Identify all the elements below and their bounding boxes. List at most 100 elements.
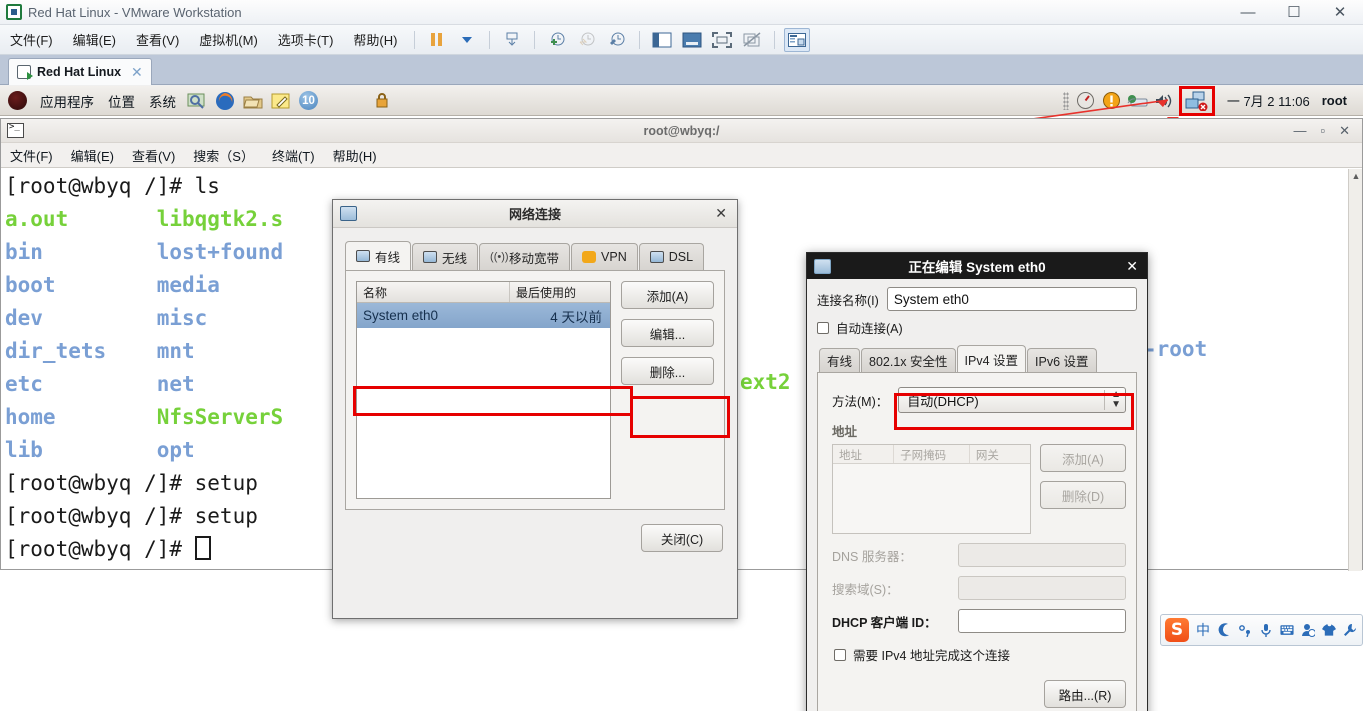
- menu-file[interactable]: 文件(F): [0, 27, 63, 52]
- tab-wired[interactable]: 有线: [345, 241, 412, 270]
- show-sidebar-icon[interactable]: [649, 28, 675, 52]
- terminal-close-button[interactable]: ✕: [1339, 123, 1350, 139]
- connection-list[interactable]: 名称 最后使用的 System eth0 4 天以前: [356, 281, 611, 499]
- terminal-menu-terminal[interactable]: 终端(T): [263, 146, 324, 165]
- panel-clock[interactable]: 一 7月 2 11:06: [1219, 91, 1318, 110]
- terminal-minimize-button[interactable]: —: [1293, 123, 1306, 138]
- scroll-up-icon[interactable]: ▲: [1349, 169, 1363, 183]
- console-view-icon[interactable]: [679, 28, 705, 52]
- require-ipv4-row[interactable]: 需要 IPv4 地址完成这个连接: [834, 645, 1126, 664]
- close-dialog-button[interactable]: 关闭(C): [641, 524, 723, 552]
- panel-menu-places[interactable]: 位置: [101, 91, 142, 111]
- edit-dialog-title: 正在编辑 System eth0: [908, 260, 1046, 275]
- take-snapshot-icon[interactable]: [544, 28, 570, 52]
- edit-dialog-close-button[interactable]: ✕: [1126, 258, 1147, 275]
- address-add-button[interactable]: 添加(A): [1040, 444, 1126, 472]
- method-row: 方法(M)： 自动(DHCP) ▲ ▼: [832, 387, 1126, 413]
- maximize-button[interactable]: ☐: [1271, 0, 1317, 24]
- wrench-icon[interactable]: [1343, 623, 1357, 637]
- dhcp-client-id-input[interactable]: [958, 609, 1126, 633]
- unity-icon[interactable]: [739, 28, 765, 52]
- terminal-menu-file[interactable]: 文件(F): [1, 146, 62, 165]
- autoconnect-row[interactable]: 自动连接(A): [817, 318, 1137, 337]
- minimize-button[interactable]: —: [1225, 0, 1271, 24]
- autoconnect-checkbox[interactable]: [817, 321, 829, 334]
- address-table[interactable]: 地址 子网掩码 网关: [832, 444, 1031, 534]
- microphone-icon[interactable]: [1259, 623, 1273, 638]
- menu-edit[interactable]: 编辑(E): [63, 27, 126, 52]
- terminal-title: root@wbyq:/: [643, 123, 720, 138]
- revert-snapshot-icon[interactable]: [574, 28, 600, 52]
- connection-name-input[interactable]: System eth0: [886, 287, 1137, 311]
- dns-input[interactable]: [958, 543, 1126, 567]
- vmware-workstation-window: Red Hat Linux - VMware Workstation — ☐ ✕…: [0, 0, 1363, 711]
- network-connections-dialog: 网络连接 ✕ 有线 无线 ((•)) 移动宽带 VPN DSL 名称 最后使用的…: [332, 199, 738, 619]
- chinese-mode-icon[interactable]: 中: [1196, 620, 1210, 640]
- panel-user[interactable]: root: [1322, 93, 1357, 108]
- firefox-icon[interactable]: [213, 90, 237, 112]
- panel-menu-applications[interactable]: 应用程序: [33, 91, 101, 111]
- terminal-menu-view[interactable]: 查看(V): [123, 146, 184, 165]
- antenna-icon: ((•)): [490, 251, 509, 263]
- table-row[interactable]: System eth0 4 天以前: [357, 303, 610, 328]
- tab-wireless[interactable]: 无线: [412, 243, 479, 270]
- network-icon: [814, 258, 831, 274]
- text-editor-icon[interactable]: [269, 90, 293, 112]
- address-delete-button[interactable]: 删除(D): [1040, 481, 1126, 509]
- skin-icon[interactable]: [1322, 623, 1336, 637]
- network-dialog-close-button[interactable]: ✕: [715, 205, 737, 222]
- tab-8021x-security[interactable]: 802.1x 安全性: [861, 348, 956, 372]
- close-icon[interactable]: ✕: [131, 64, 143, 81]
- sogou-logo-icon[interactable]: S: [1165, 618, 1189, 642]
- address-area: 地址 子网掩码 网关 添加(A) 删除(D): [832, 444, 1126, 534]
- menu-view[interactable]: 查看(V): [126, 27, 189, 52]
- require-ipv4-checkbox[interactable]: [834, 648, 846, 661]
- network-dialog-tabpane: 名称 最后使用的 System eth0 4 天以前 添加(A) 编辑... 删…: [345, 270, 725, 510]
- wired-icon: [356, 250, 370, 262]
- routes-button[interactable]: 路由...(R): [1044, 680, 1126, 708]
- dropdown-arrow-icon[interactable]: [454, 28, 480, 52]
- lock-icon: [582, 251, 597, 263]
- close-button[interactable]: ✕: [1317, 0, 1363, 24]
- tab-wired-settings[interactable]: 有线: [819, 348, 861, 372]
- pause-icon[interactable]: [424, 28, 450, 52]
- tab-dsl[interactable]: DSL: [638, 243, 705, 270]
- tab-ipv6-settings[interactable]: IPv6 设置: [1027, 348, 1097, 372]
- moon-icon[interactable]: [1217, 623, 1231, 637]
- terminal-scrollbar[interactable]: ▲: [1348, 169, 1362, 571]
- terminal-menu-help[interactable]: 帮助(H): [324, 146, 386, 165]
- menu-tabs[interactable]: 选项卡(T): [268, 27, 344, 52]
- add-button[interactable]: 添加(A): [621, 281, 714, 309]
- vm-tab-label: Red Hat Linux: [37, 65, 122, 79]
- delete-button[interactable]: 删除...: [621, 357, 714, 385]
- tab-vpn[interactable]: VPN: [571, 243, 638, 270]
- search-domain-input[interactable]: [958, 576, 1126, 600]
- tab-mobile-broadband[interactable]: ((•)) 移动宽带: [479, 243, 571, 270]
- edit-button[interactable]: 编辑...: [621, 319, 714, 347]
- lock-keyring-icon[interactable]: [370, 90, 394, 112]
- menu-help[interactable]: 帮助(H): [343, 27, 407, 52]
- snapshot-icon[interactable]: [499, 28, 525, 52]
- workspace-count-badge[interactable]: 10: [299, 91, 318, 110]
- file-manager-icon[interactable]: [241, 90, 265, 112]
- keyboard-icon[interactable]: [1280, 624, 1294, 636]
- method-select[interactable]: 自动(DHCP) ▲ ▼: [898, 387, 1126, 413]
- terminal-menu-edit[interactable]: 编辑(E): [62, 146, 123, 165]
- menu-vm[interactable]: 虚拟机(M): [189, 27, 268, 52]
- tab-mobile-broadband-label: 移动宽带: [509, 251, 560, 266]
- fullscreen-icon[interactable]: [709, 28, 735, 52]
- toolbar-divider: [414, 30, 416, 49]
- punctuation-icon[interactable]: [1238, 624, 1252, 637]
- snapshot-manager-icon[interactable]: [604, 28, 630, 52]
- network-disconnected-icon[interactable]: [1178, 86, 1215, 116]
- terminal-window-controls: — ▫ ✕: [1293, 123, 1362, 139]
- user-icon[interactable]: [1301, 623, 1315, 637]
- panel-menu-system[interactable]: 系统: [142, 91, 183, 111]
- tab-view-icon[interactable]: [784, 27, 811, 52]
- tab-ipv4-settings[interactable]: IPv4 设置: [956, 345, 1027, 372]
- connection-name: System eth0: [363, 308, 439, 323]
- screenshot-icon[interactable]: [185, 90, 209, 112]
- vm-tab-redhat[interactable]: Red Hat Linux ✕: [8, 58, 152, 85]
- terminal-maximize-button[interactable]: ▫: [1320, 123, 1325, 138]
- terminal-menu-search[interactable]: 搜索（S）: [184, 146, 263, 165]
